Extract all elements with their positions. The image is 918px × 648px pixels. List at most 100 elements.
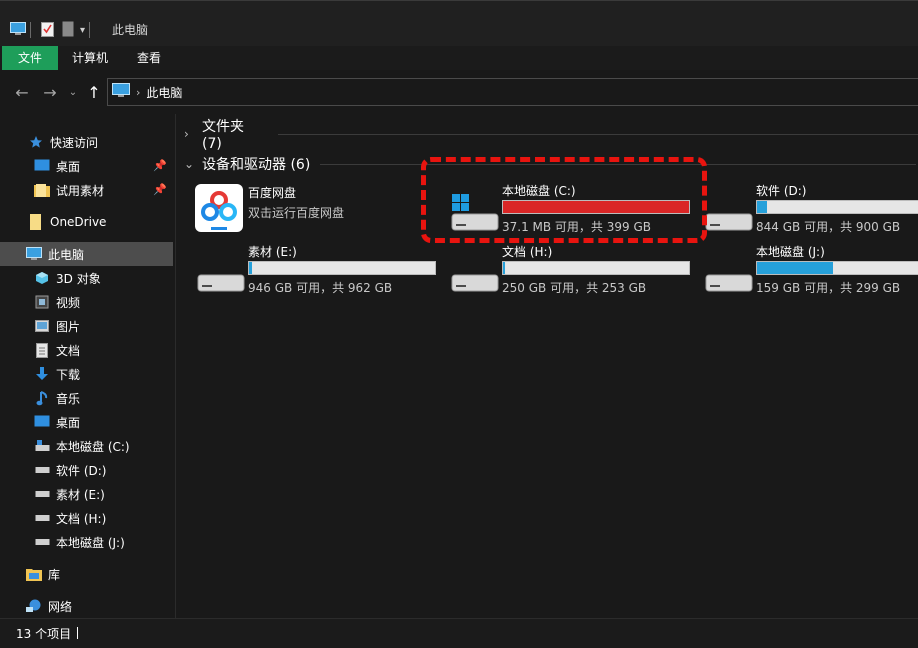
sidebar-item-pictures[interactable]: 图片 <box>0 314 173 338</box>
sidebar-item-label: 库 <box>48 567 61 582</box>
navigation-bar: ← → ⌄ ↑ › 此电脑 <box>0 70 918 114</box>
download-icon <box>34 366 50 382</box>
address-bar[interactable]: › 此电脑 <box>107 78 918 106</box>
device-name: 文档 (H:) <box>502 245 553 259</box>
forward-button[interactable]: → <box>38 80 62 104</box>
sidebar-item-network[interactable]: 网络 <box>0 594 173 618</box>
device-tile-drive-h[interactable]: 文档 (H:) 250 GB 可用，共 253 GB <box>450 243 700 299</box>
chevron-down-icon: ⌄ <box>184 157 195 171</box>
baidu-netdisk-icon <box>195 184 243 232</box>
sidebar-item-music[interactable]: 音乐 <box>0 386 173 410</box>
back-button[interactable]: ← <box>10 80 34 104</box>
sidebar-item-libraries[interactable]: 库 <box>0 562 173 586</box>
customize-toolbar-icon[interactable]: ▾ <box>80 25 85 36</box>
device-info: 250 GB 可用，共 253 GB <box>502 281 647 295</box>
navigation-pane: 快速访问 桌面 📌 试用素材 📌 OneDrive 此电脑 3D 对象 视频 图… <box>0 114 176 618</box>
group-title: 设备和驱动器 (6) <box>202 157 311 173</box>
storage-bar <box>756 261 918 275</box>
device-name: 百度网盘 <box>248 186 297 200</box>
device-info: 159 GB 可用，共 299 GB <box>756 281 901 295</box>
sidebar-item-videos[interactable]: 视频 <box>0 290 173 314</box>
device-tile-drive-d[interactable]: 软件 (D:) 844 GB 可用，共 900 GB <box>704 182 918 238</box>
ribbon-tabs: 文件 计算机 查看 <box>0 46 918 70</box>
document-icon <box>34 342 50 358</box>
chevron-down-icon: ⌄ <box>68 86 78 98</box>
sidebar-item-trial-material[interactable]: 试用素材 📌 <box>0 178 173 202</box>
breadcrumb[interactable]: 此电脑 <box>146 84 182 101</box>
device-info: 844 GB 可用，共 900 GB <box>756 220 901 234</box>
sidebar-item-label: 文档 (H:) <box>56 511 107 526</box>
device-tile-drive-e[interactable]: 素材 (E:) 946 GB 可用，共 962 GB <box>196 243 446 299</box>
storage-bar <box>248 261 436 275</box>
sidebar-item-drive-e[interactable]: 素材 (E:) <box>0 482 173 506</box>
sidebar-item-label: 本地磁盘 (J:) <box>56 535 125 550</box>
chevron-right-icon[interactable]: › <box>136 86 140 99</box>
properties-icon[interactable] <box>41 21 54 40</box>
pin-icon[interactable]: 📌 <box>153 159 167 172</box>
sidebar-item-onedrive[interactable]: OneDrive <box>0 210 173 234</box>
highlight-annotation <box>421 157 707 243</box>
folder-icon <box>34 182 50 198</box>
item-count: 13 个项目 <box>16 627 72 641</box>
device-tile-drive-j[interactable]: 本地磁盘 (J:) 159 GB 可用，共 299 GB <box>704 243 918 299</box>
library-icon <box>26 566 42 582</box>
recent-locations-button[interactable]: ⌄ <box>66 80 80 104</box>
tab-file[interactable]: 文件 <box>2 46 58 70</box>
up-button[interactable]: ↑ <box>84 80 104 104</box>
picture-icon <box>34 318 50 334</box>
drive-icon <box>704 188 756 240</box>
computer-icon[interactable] <box>10 21 26 39</box>
title-bar: ▾ 此电脑 <box>0 0 918 46</box>
sidebar-item-drive-c[interactable]: 本地磁盘 (C:) <box>0 434 173 458</box>
tab-computer[interactable]: 计算机 <box>58 46 122 70</box>
sidebar-item-quick-access[interactable]: 快速访问 <box>0 130 173 154</box>
sidebar-item-label: 3D 对象 <box>56 271 101 286</box>
window-title: 此电脑 <box>112 23 149 37</box>
music-icon <box>34 390 50 406</box>
drive-icon <box>34 462 50 478</box>
sidebar-item-label: 此电脑 <box>48 247 85 262</box>
sidebar-item-label: OneDrive <box>50 215 107 229</box>
arrow-left-icon: ← <box>15 82 29 102</box>
drive-icon <box>704 249 756 301</box>
sidebar-item-label: 桌面 <box>56 415 81 430</box>
device-name: 本地磁盘 (J:) <box>756 245 825 259</box>
toolbar-divider <box>89 22 91 38</box>
status-divider <box>77 627 78 639</box>
arrow-up-icon: ↑ <box>87 82 101 102</box>
device-info: 946 GB 可用，共 962 GB <box>248 281 393 295</box>
device-info: 双击运行百度网盘 <box>248 206 345 220</box>
sidebar-item-drive-h[interactable]: 文档 (H:) <box>0 506 173 530</box>
sidebar-item-downloads[interactable]: 下载 <box>0 362 173 386</box>
sidebar-item-label: 视频 <box>56 295 81 310</box>
storage-bar <box>756 200 918 214</box>
device-tile-baidu-netdisk[interactable]: 百度网盘 双击运行百度网盘 <box>194 184 444 240</box>
desktop-icon <box>34 414 50 430</box>
sidebar-item-label: 素材 (E:) <box>56 487 105 502</box>
tab-view[interactable]: 查看 <box>123 46 175 70</box>
sidebar-item-drive-j[interactable]: 本地磁盘 (J:) <box>0 530 173 554</box>
folder-icon <box>28 214 44 230</box>
group-header-folders[interactable]: › 文件夹 (7) <box>184 119 918 152</box>
sidebar-item-label: 下载 <box>56 367 81 382</box>
sidebar-item-label: 桌面 <box>56 159 81 174</box>
storage-bar-fill <box>757 262 833 274</box>
device-name: 软件 (D:) <box>756 184 807 198</box>
sidebar-item-desktop-pinned[interactable]: 桌面 📌 <box>0 154 173 178</box>
sidebar-item-this-pc[interactable]: 此电脑 <box>0 242 173 266</box>
status-bar: 13 个项目 <box>0 618 918 648</box>
sidebar-item-desktop[interactable]: 桌面 <box>0 410 173 434</box>
network-icon <box>26 598 42 614</box>
cube-icon <box>34 270 50 286</box>
storage-bar-fill <box>757 201 767 213</box>
sidebar-item-label: 文档 <box>56 343 81 358</box>
quick-access-toolbar: ▾ <box>10 19 94 41</box>
drive-icon <box>34 438 50 454</box>
new-folder-icon[interactable] <box>62 21 74 40</box>
sidebar-item-drive-d[interactable]: 软件 (D:) <box>0 458 173 482</box>
sidebar-item-documents[interactable]: 文档 <box>0 338 173 362</box>
sidebar-item-label: 本地磁盘 (C:) <box>56 439 130 454</box>
sidebar-item-label: 快速访问 <box>50 135 99 150</box>
pin-icon[interactable]: 📌 <box>153 183 167 196</box>
sidebar-item-3d-objects[interactable]: 3D 对象 <box>0 266 173 290</box>
